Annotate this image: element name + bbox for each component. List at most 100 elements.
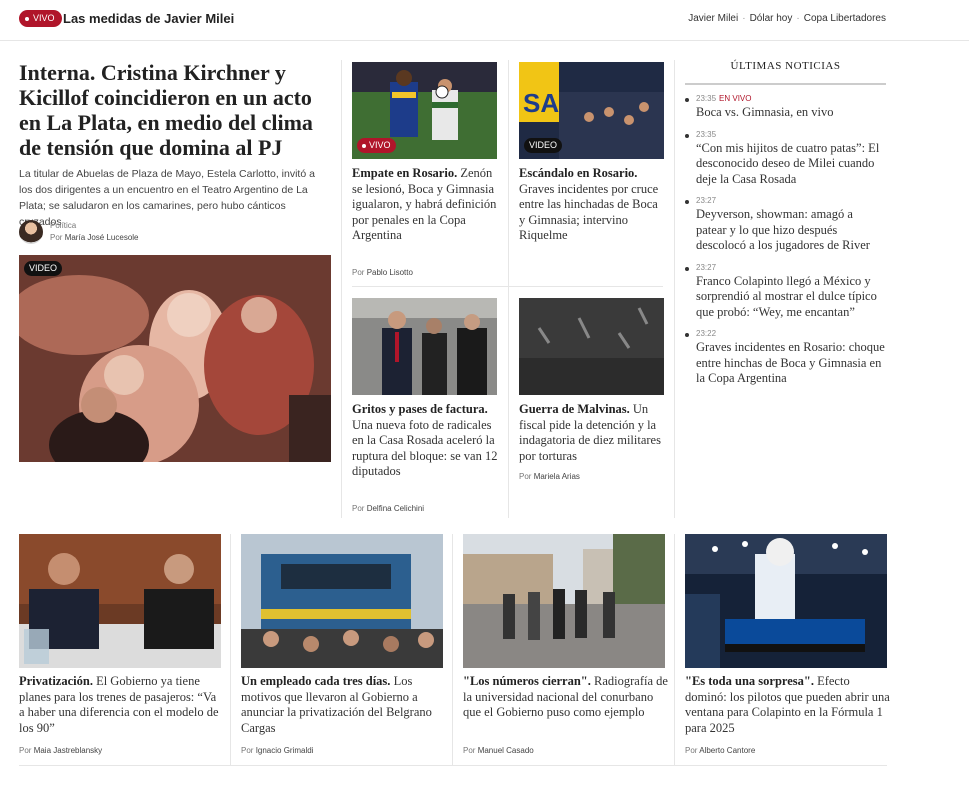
card-author[interactable]: Manuel Casado xyxy=(478,746,534,755)
live-dot-icon xyxy=(362,143,366,148)
live-badge-card: VIVO xyxy=(357,138,396,153)
column-divider xyxy=(674,534,675,766)
lead-section[interactable]: Política xyxy=(50,220,139,232)
lead-photo[interactable]: VIDEO xyxy=(19,255,331,462)
military-photo xyxy=(519,298,664,395)
live-label: VIVO xyxy=(33,13,55,23)
card-author[interactable]: Ignacio Grimaldi xyxy=(256,746,314,755)
card-byline: Por Ignacio Grimaldi xyxy=(241,746,314,755)
by-prefix: Por xyxy=(685,746,698,755)
bottom-photo-belgrano[interactable] xyxy=(241,534,443,668)
bottom-photo-colapinto[interactable] xyxy=(685,534,887,668)
live-badge[interactable]: VIVO xyxy=(19,10,62,27)
latest-time: 23:27 xyxy=(696,262,717,272)
latest-news-heading: ÚLTIMAS NOTICIAS xyxy=(730,60,841,72)
topic-links: Javier Milei · Dólar hoy · Copa Libertad… xyxy=(688,13,886,24)
latest-news-rule xyxy=(685,83,886,85)
bottom-headline-colapinto[interactable]: "Es toda una sorpresa". Efecto dominó: l… xyxy=(685,674,890,736)
card-text: Graves incidentes por cruce entre las hi… xyxy=(519,181,659,243)
separator: · xyxy=(742,13,746,24)
by-prefix: Por xyxy=(50,233,63,242)
card-author[interactable]: Delfina Celichini xyxy=(367,504,424,513)
column-divider xyxy=(230,534,231,766)
card-headline-escandalo[interactable]: Escándalo en Rosario. Graves incidentes … xyxy=(519,166,667,244)
officials-photo xyxy=(19,534,221,668)
card-kicker: Escándalo en Rosario. xyxy=(519,166,638,180)
bottom-headline-belgrano[interactable]: Un empleado cada tres días. Los motivos … xyxy=(241,674,446,736)
column-divider xyxy=(674,60,675,518)
card-kicker: Un empleado cada tres días. xyxy=(241,674,391,688)
card-badge-label: VIVO xyxy=(369,140,391,150)
card-byline: Por Manuel Casado xyxy=(463,746,534,755)
topic-link-milei[interactable]: Javier Milei xyxy=(688,13,738,24)
latest-text: Graves incidentes en Rosario: choque ent… xyxy=(696,340,885,385)
campus-photo xyxy=(463,534,665,668)
card-author[interactable]: Maia Jastreblansky xyxy=(34,746,102,755)
card-kicker: Privatización. xyxy=(19,674,93,688)
card-byline: Por Delfina Celichini xyxy=(352,504,424,513)
column-divider xyxy=(508,60,509,518)
live-topic-link[interactable]: Las medidas de Javier Milei xyxy=(63,11,234,26)
latest-time: 23:35 xyxy=(696,94,717,103)
by-prefix: Por xyxy=(463,746,476,755)
card-text: Una nueva foto de radicales en la Casa R… xyxy=(352,417,498,479)
topic-link-libertadores[interactable]: Copa Libertadores xyxy=(804,13,886,24)
card-kicker: "Es toda una sorpresa". xyxy=(685,674,814,688)
card-author[interactable]: Alberto Cantore xyxy=(699,746,755,755)
card-author[interactable]: Pablo Lisotto xyxy=(367,268,413,277)
topic-link-dolar[interactable]: Dólar hoy xyxy=(750,13,793,24)
card-kicker: "Los números cierran". xyxy=(463,674,591,688)
card-byline: Por Mariela Arias xyxy=(519,472,580,481)
lead-headline[interactable]: Interna. Cristina Kirchner y Kicillof co… xyxy=(19,60,334,160)
card-author[interactable]: Mariela Arias xyxy=(534,472,580,481)
card-headline-radicales[interactable]: Gritos y pases de factura. Una nueva fot… xyxy=(352,402,500,480)
video-badge: VIDEO xyxy=(524,138,563,153)
by-prefix: Por xyxy=(19,746,32,755)
card-kicker: Guerra de Malvinas. xyxy=(519,402,630,416)
lead-author-name[interactable]: María José Lucesole xyxy=(65,233,139,242)
latest-text: Boca vs. Gimnasia, en vivo xyxy=(696,105,834,119)
card-photo-empate[interactable]: VIVO xyxy=(352,62,497,159)
card-headline-malvinas[interactable]: Guerra de Malvinas. Un fiscal pide la de… xyxy=(519,402,667,464)
card-photo-escandalo[interactable]: SA VIDEO xyxy=(519,62,664,159)
latest-text: Franco Colapinto llegó a México y sorpre… xyxy=(696,273,877,319)
latest-time: 23:27 xyxy=(696,196,717,205)
column-divider xyxy=(452,534,453,766)
latest-item[interactable]: 23:27 Deyverson, showman: amagó a patear… xyxy=(685,195,886,254)
card-headline-empate[interactable]: Empate en Rosario. Zenón se lesionó, Boc… xyxy=(352,166,500,244)
row-divider xyxy=(352,286,663,287)
card-byline: Por Maia Jastreblansky xyxy=(19,746,102,755)
latest-item[interactable]: 23:27 Franco Colapinto llegó a México y … xyxy=(685,262,886,321)
politicians-photo xyxy=(352,298,497,395)
video-badge: VIDEO xyxy=(24,261,63,276)
bottom-photo-universidad[interactable] xyxy=(463,534,665,668)
section-divider xyxy=(19,765,887,766)
bottom-photo-trenes[interactable] xyxy=(19,534,221,668)
by-prefix: Por xyxy=(241,746,254,755)
latest-item[interactable]: 23:22 Graves incidentes en Rosario: choq… xyxy=(685,328,886,387)
latest-text: Deyverson, showman: amagó a patear y lo … xyxy=(696,207,870,252)
bottom-headline-trenes[interactable]: Privatización. El Gobierno ya tiene plan… xyxy=(19,674,224,736)
latest-live-tag: EN VIVO xyxy=(719,94,752,103)
train-photo xyxy=(241,534,443,668)
live-dot-icon xyxy=(25,16,29,21)
lead-author[interactable]: Política Por María José Lucesole xyxy=(19,220,139,244)
card-photo-malvinas[interactable] xyxy=(519,298,664,395)
card-photo-radicales[interactable] xyxy=(352,298,497,395)
card-byline: Por Alberto Cantore xyxy=(685,746,755,755)
by-prefix: Por xyxy=(352,268,365,277)
top-bar: VIVO Las medidas de Javier Milei Javier … xyxy=(0,0,969,41)
latest-time: 23:35 xyxy=(696,129,717,139)
lead-kicker: Interna. xyxy=(19,60,96,85)
by-prefix: Por xyxy=(352,504,365,513)
latest-item[interactable]: 23:35 “Con mis hijitos de cuatro patas”:… xyxy=(685,129,886,188)
lead-photo-illustration xyxy=(19,255,331,462)
latest-text: “Con mis hijitos de cuatro patas”: El de… xyxy=(696,140,880,186)
card-byline: Por Pablo Lisotto xyxy=(352,268,413,277)
bottom-headline-universidad[interactable]: "Los números cierran". Radiografía de la… xyxy=(463,674,668,721)
author-avatar xyxy=(19,220,43,244)
latest-news-list: 23:35 EN VIVO Boca vs. Gimnasia, en vivo … xyxy=(685,93,886,387)
card-kicker: Empate en Rosario. xyxy=(352,166,458,180)
latest-item[interactable]: 23:35 EN VIVO Boca vs. Gimnasia, en vivo xyxy=(685,93,886,121)
column-divider xyxy=(341,60,342,518)
